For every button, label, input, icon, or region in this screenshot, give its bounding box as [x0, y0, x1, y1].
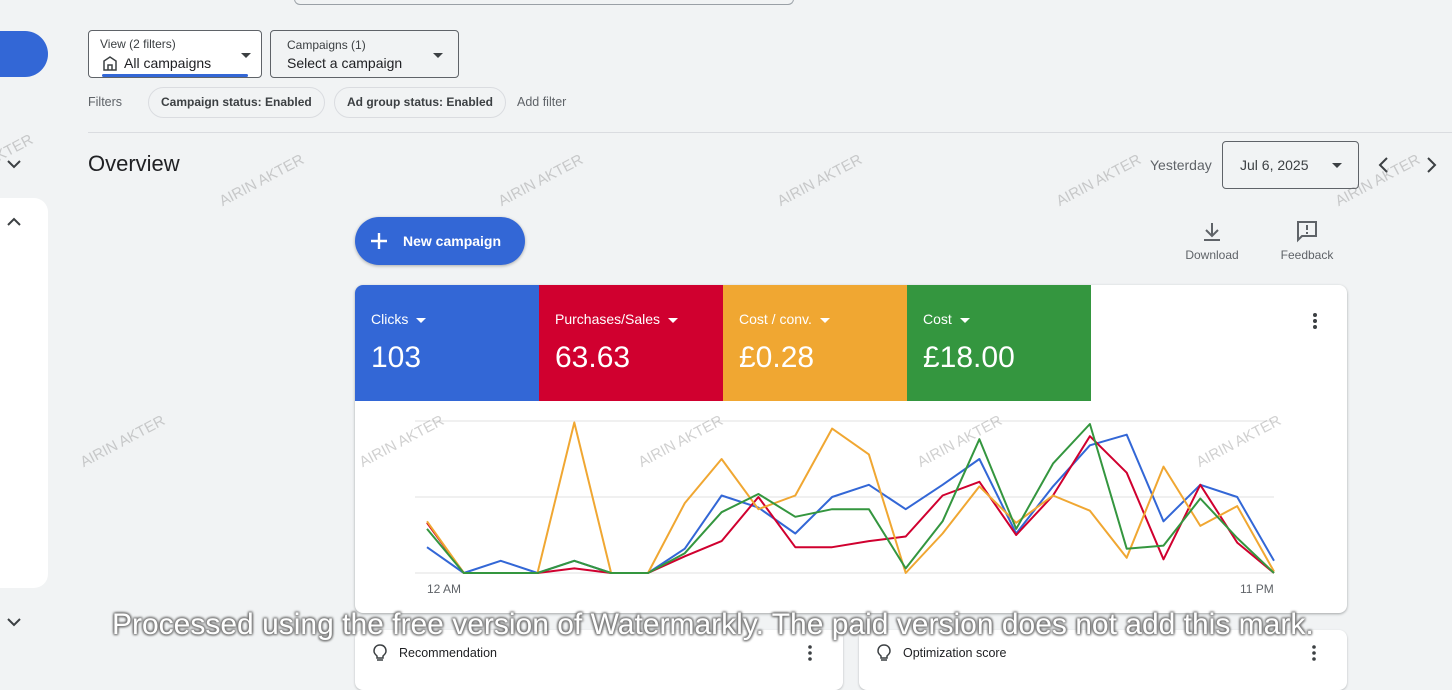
caret-down-icon: [241, 53, 251, 58]
feedback-icon[interactable]: [1295, 219, 1319, 243]
add-filter-button[interactable]: Add filter: [517, 95, 566, 109]
download-icon[interactable]: [1200, 220, 1224, 244]
watermark-text: AIRIN AKTER: [216, 151, 307, 210]
series-line-3: [426, 423, 1275, 574]
recommendation-title: Recommendation: [399, 646, 497, 660]
campaign-dropdown[interactable]: Campaigns (1) Select a campaign: [270, 30, 459, 78]
metric-value: 63.63: [555, 341, 631, 374]
optimization-score-title: Optimization score: [903, 646, 1007, 660]
plus-icon: [371, 233, 387, 249]
view-dropdown[interactable]: View (2 filters) All campaigns: [88, 30, 262, 78]
metric-value: £18.00: [923, 341, 1015, 374]
more-vert-icon[interactable]: [1305, 311, 1325, 331]
metric-tile-cost-per-conv[interactable]: Cost / conv. £0.28: [723, 285, 907, 401]
filter-chip-ad-group-status[interactable]: Ad group status: Enabled: [334, 87, 507, 118]
caret-down-icon: [959, 317, 970, 323]
dropdown-underline: [102, 74, 248, 77]
date-range-label: Yesterday: [1150, 157, 1212, 173]
watermark-text: AIRIN AKTER: [774, 151, 865, 210]
more-vert-icon[interactable]: [1305, 644, 1323, 662]
metric-label: Cost: [923, 311, 970, 327]
view-dropdown-value: All campaigns: [124, 55, 212, 71]
caret-down-icon: [416, 317, 427, 323]
caret-down-icon: [668, 317, 679, 323]
nav-panel: [0, 198, 48, 588]
divider: [88, 132, 1452, 133]
caret-down-icon: [1332, 163, 1342, 168]
search-bar[interactable]: [294, 0, 794, 5]
metric-label: Cost / conv.: [739, 311, 830, 327]
watermark-banner: Processed using the free version of Wate…: [112, 608, 1314, 641]
lightbulb-icon: [877, 644, 891, 661]
metric-label: Purchases/Sales: [555, 311, 679, 327]
feedback-label[interactable]: Feedback: [1271, 248, 1343, 262]
x-axis-label-end: 11 PM: [1240, 582, 1274, 596]
watermark-text: AIRIN AKTER: [77, 412, 168, 471]
metric-label: Clicks: [371, 311, 427, 327]
watermark-text: AIRIN AKTER: [1053, 151, 1144, 210]
metric-tile-purchases[interactable]: Purchases/Sales 63.63: [539, 285, 723, 401]
building-icon: [103, 56, 117, 71]
chevron-up-icon[interactable]: [4, 212, 24, 232]
metric-value: £0.28: [739, 341, 815, 374]
metric-tile-clicks[interactable]: Clicks 103: [355, 285, 539, 401]
metric-tile-cost[interactable]: Cost £18.00: [907, 285, 1091, 401]
campaign-dropdown-value: Select a campaign: [287, 55, 403, 71]
performance-chart: [415, 420, 1275, 574]
chevron-down-icon[interactable]: [4, 612, 24, 632]
lightbulb-icon: [373, 644, 387, 661]
caret-down-icon: [819, 317, 830, 323]
chevron-right-icon[interactable]: [1421, 155, 1441, 175]
filters-label: Filters: [88, 95, 123, 109]
performance-card: Clicks 103 Purchases/Sales 63.63 Cost / …: [355, 285, 1347, 613]
campaign-dropdown-hint: Campaigns (1): [287, 38, 366, 52]
more-vert-icon[interactable]: [801, 644, 819, 662]
x-axis-label-start: 12 AM: [427, 582, 462, 596]
caret-down-icon: [433, 53, 443, 58]
watermark-text: AIRIN AKTER: [495, 151, 586, 210]
download-label[interactable]: Download: [1176, 248, 1248, 262]
filter-chip-campaign-status[interactable]: Campaign status: Enabled: [148, 87, 325, 118]
series-line-2: [426, 421, 1275, 574]
page-title: Overview: [88, 151, 180, 176]
create-button[interactable]: [0, 31, 48, 77]
metric-value: 103: [371, 341, 422, 374]
date-picker-value: Jul 6, 2025: [1240, 157, 1309, 173]
new-campaign-label: New campaign: [403, 233, 502, 249]
view-dropdown-hint: View (2 filters): [100, 37, 176, 51]
new-campaign-button[interactable]: New campaign: [355, 217, 525, 265]
